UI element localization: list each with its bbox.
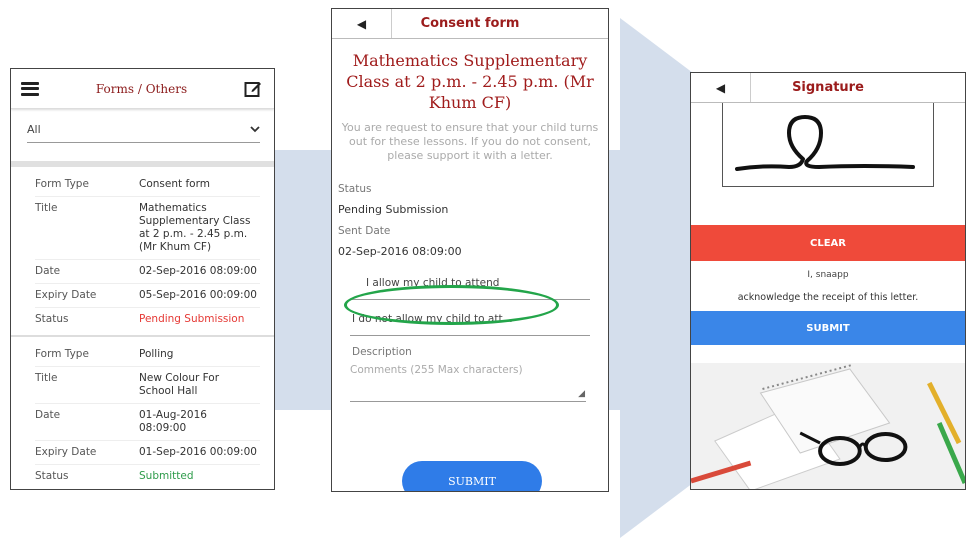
- field-label: Date: [35, 409, 61, 421]
- status-label: Status: [338, 183, 372, 195]
- field-label: Title: [35, 202, 58, 214]
- back-triangle-icon: ◀: [715, 80, 726, 95]
- field-label: Expiry Date: [35, 446, 97, 458]
- sent-date-value: 02-Sep-2016 08:09:00: [338, 245, 462, 258]
- signature-stroke: [735, 115, 915, 171]
- page-title: Signature: [792, 80, 864, 95]
- filter-value: All: [27, 123, 41, 136]
- record-row: Title New Colour For School Hall: [35, 366, 260, 403]
- field-label: Expiry Date: [35, 289, 97, 301]
- record-row: Form Type Consent form: [35, 173, 260, 196]
- field-label: Title: [35, 372, 58, 384]
- back-button[interactable]: ◀: [332, 9, 392, 38]
- submit-button[interactable]: SUBMIT: [402, 461, 542, 491]
- sent-date-label: Sent Date: [338, 225, 391, 237]
- field-value: 01-Sep-2016 00:09:00: [139, 446, 257, 458]
- consent-form-screen: ◀ Consent form Mathematics Supplementary…: [331, 8, 609, 492]
- field-value: 05-Sep-2016 00:09:00: [139, 289, 257, 301]
- record-row: Status Submitted: [35, 464, 260, 488]
- field-label: Form Type: [35, 178, 89, 190]
- form-description: You are request to ensure that your chil…: [341, 121, 599, 162]
- signature-screen: ◀ Signature CLEAR I, snaapp acknowledge …: [690, 72, 966, 490]
- submit-button[interactable]: SUBMIT: [691, 311, 965, 345]
- record-row: Status Pending Submission: [35, 307, 260, 331]
- record-row: Title Mathematics Supplementary Class at…: [35, 196, 260, 259]
- status-value: Pending Submission: [338, 203, 449, 216]
- field-value: Mathematics Supplementary Class at 2 p.m…: [139, 202, 251, 253]
- field-label: Form Type: [35, 348, 89, 360]
- field-label: Status: [35, 313, 69, 325]
- record-row: Expiry Date 01-Sep-2016 00:09:00: [35, 440, 260, 464]
- acknowledge-text: acknowledge the receipt of this letter.: [737, 292, 919, 303]
- signature-pad[interactable]: [722, 103, 934, 187]
- signature-header: ◀ Signature: [691, 73, 965, 103]
- back-triangle-icon: ◀: [356, 16, 367, 31]
- record-row: Form Type Polling: [35, 343, 260, 366]
- highlight-ellipse: [344, 285, 559, 325]
- record-row: Expiry Date 05-Sep-2016 00:09:00: [35, 283, 260, 307]
- record-row: Date 02-Sep-2016 08:09:00: [35, 259, 260, 283]
- filter-dropdown[interactable]: All: [27, 117, 260, 143]
- field-value: 02-Sep-2016 08:09:00: [139, 265, 257, 277]
- back-button[interactable]: ◀: [691, 73, 751, 102]
- consent-form-header: ◀ Consent form: [332, 9, 608, 39]
- comments-textarea[interactable]: Comments (255 Max characters) ◢: [350, 362, 586, 402]
- resize-grip-icon[interactable]: ◢: [578, 389, 585, 399]
- forms-list-title: Forms / Others: [95, 81, 188, 96]
- form-record[interactable]: Form Type Polling Title New Colour For S…: [11, 335, 274, 489]
- field-value: Consent form: [139, 178, 210, 190]
- field-value: 01-Aug-2016 08:09:00: [139, 409, 207, 434]
- form-title: Mathematics Supplementary Class at 2 p.m…: [346, 51, 594, 112]
- forms-list-header: Forms / Others: [11, 69, 274, 109]
- field-value: New Colour For School Hall: [139, 372, 220, 397]
- record-row: Date 01-Aug-2016 08:09:00: [35, 403, 260, 440]
- field-label: Status: [35, 470, 69, 482]
- edit-pencil-icon[interactable]: [244, 80, 262, 98]
- form-record[interactable]: Form Type Consent form Title Mathematics…: [11, 167, 274, 335]
- forms-list-screen: Forms / Others All Form Type Consent for…: [10, 68, 275, 490]
- hamburger-menu-icon[interactable]: [21, 81, 39, 96]
- desk-illustration: [691, 363, 965, 489]
- status-badge: Submitted: [139, 470, 194, 482]
- comments-placeholder: Comments (255 Max characters): [350, 364, 523, 376]
- status-badge: Pending Submission: [139, 313, 245, 325]
- field-value: Polling: [139, 348, 174, 360]
- field-label: Date: [35, 265, 61, 277]
- chevron-down-icon: [250, 126, 260, 133]
- page-title: Consent form: [420, 16, 520, 31]
- description-label: Description: [352, 346, 412, 358]
- signer-name: I, snaapp: [807, 270, 849, 280]
- clear-button[interactable]: CLEAR: [691, 225, 965, 261]
